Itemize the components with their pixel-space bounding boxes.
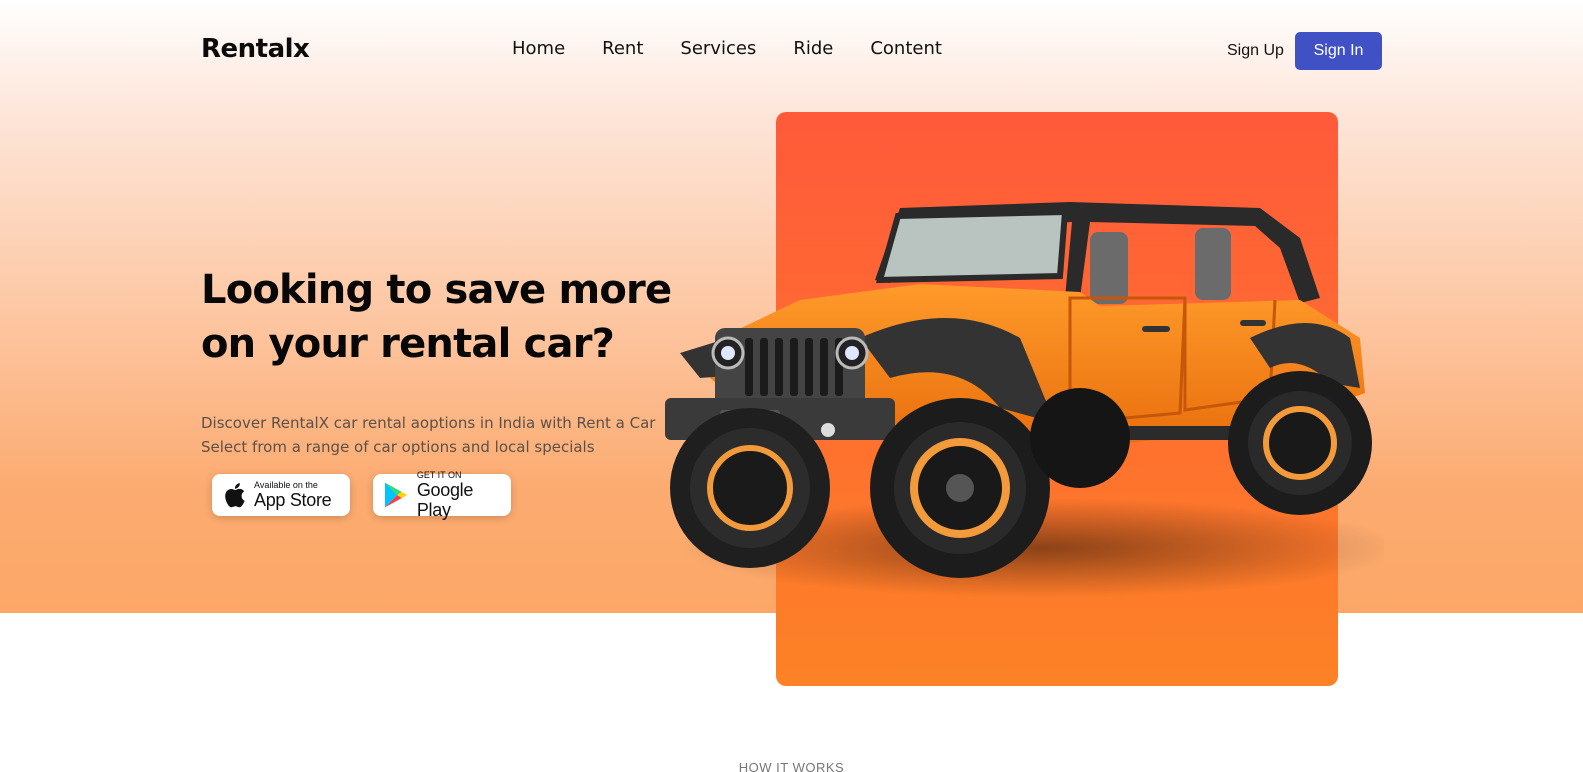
hero-subtitle-line: Select from a range of car options and l… xyxy=(201,438,595,456)
app-store-badge[interactable]: Available on the App Store xyxy=(212,474,350,516)
app-store-big-text: App Store xyxy=(254,490,332,510)
brand-logo[interactable]: Rentalx xyxy=(201,34,310,64)
how-it-works-label: HOW IT WORKS xyxy=(738,760,845,772)
hero-headline: Looking to save more on your rental car? xyxy=(201,267,672,367)
main-nav: Home Rent Services Ride Content xyxy=(512,38,979,59)
nav-rent[interactable]: Rent xyxy=(602,38,643,59)
nav-ride[interactable]: Ride xyxy=(793,38,833,59)
app-store-small-text: Available on the xyxy=(254,480,318,490)
apple-icon xyxy=(225,483,245,508)
sign-up-link[interactable]: Sign Up xyxy=(1227,42,1284,60)
google-play-badge[interactable]: GET IT ON Google Play xyxy=(373,470,511,520)
nav-home[interactable]: Home xyxy=(512,38,565,59)
google-play-icon xyxy=(384,482,408,508)
google-play-big-text: Google Play xyxy=(416,480,474,520)
sign-in-button[interactable]: Sign In xyxy=(1295,32,1382,70)
hero-subtitle: Discover RentalX car rental aoptions in … xyxy=(201,411,671,459)
nav-content[interactable]: Content xyxy=(870,38,942,59)
nav-services[interactable]: Services xyxy=(680,38,756,59)
google-play-small-text: GET IT ON xyxy=(416,470,462,480)
hero-subtitle-line: Discover RentalX car rental aoptions in … xyxy=(201,414,656,432)
jeep-illustration xyxy=(665,202,1384,598)
